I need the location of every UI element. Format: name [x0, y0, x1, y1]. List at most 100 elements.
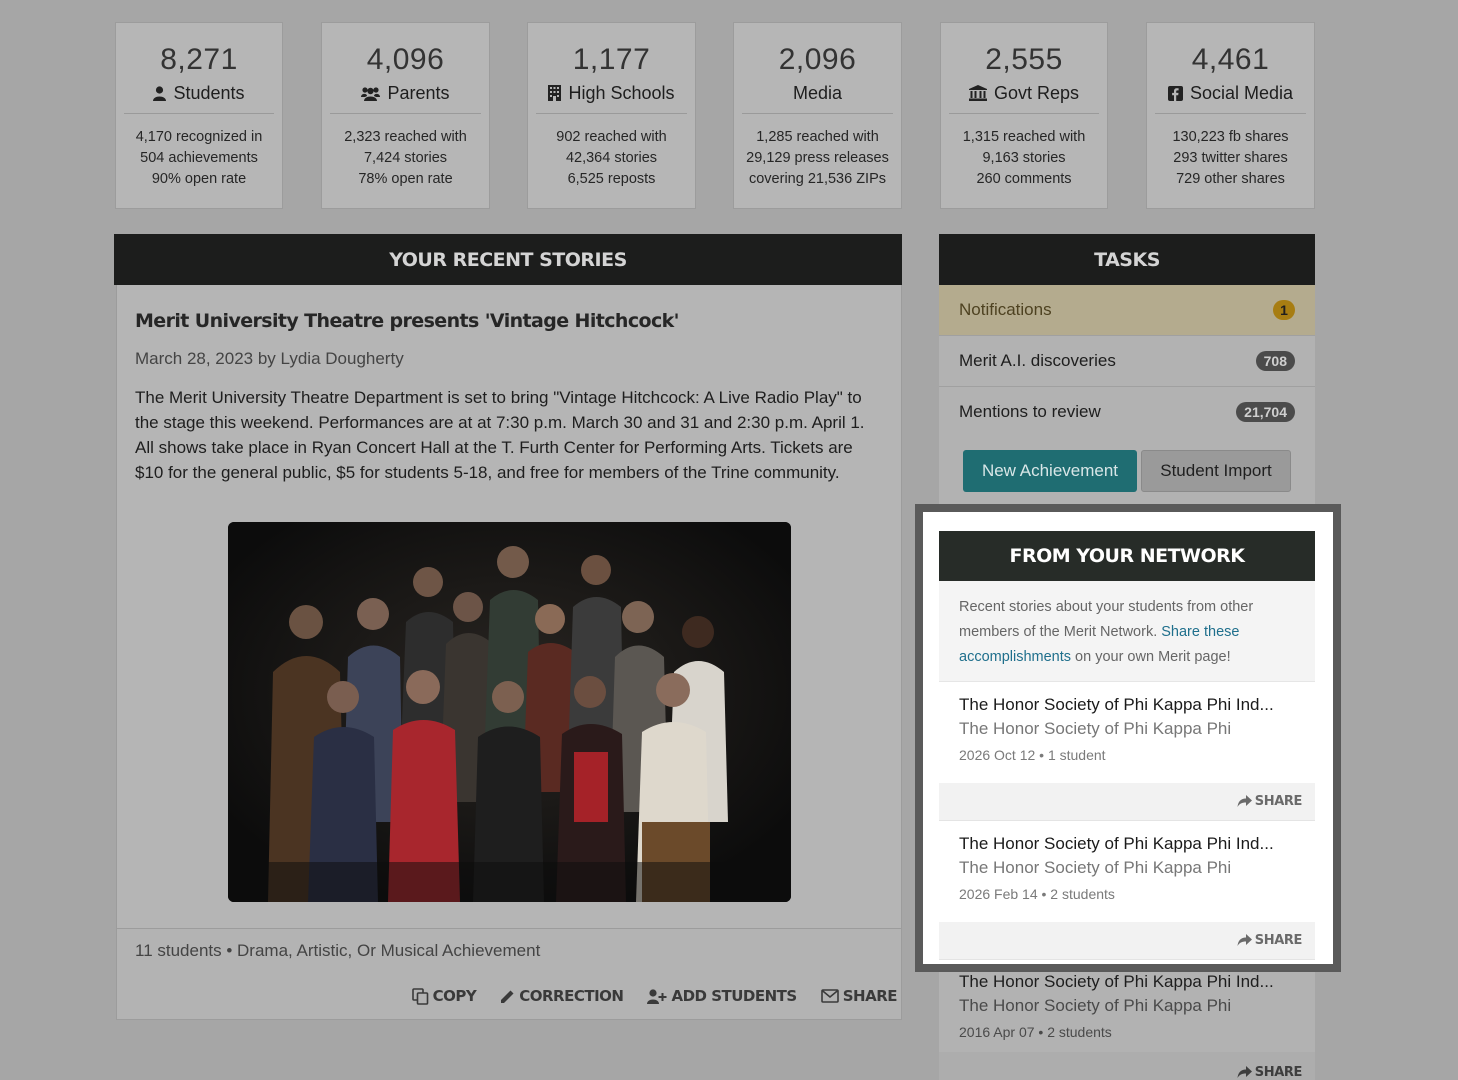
stat-card-parents[interactable]: 4,096 Parents 2,323 reached with 7,424 s… [321, 22, 490, 209]
stat-number: 1,177 [572, 43, 651, 76]
network-share-button[interactable]: SHARE [1237, 933, 1302, 948]
network-item-date: 2026 Feb 14 • 2 students [959, 886, 1115, 902]
network-highlight: FROM YOUR NETWORK Recent stories about y… [915, 504, 1341, 972]
copy-button[interactable]: COPY [411, 987, 477, 1005]
stat-card-high-schools[interactable]: 1,177 High Schools 902 reached with 42,3… [527, 22, 696, 209]
stat-number: 4,096 [366, 43, 445, 76]
share-arrow-icon [1237, 934, 1252, 946]
stat-card-media[interactable]: 2,096 Media 1,285 reached with 29,129 pr… [733, 22, 902, 209]
network-item-org: The Honor Society of Phi Kappa Phi [959, 719, 1232, 738]
share-label: SHARE [842, 987, 898, 1005]
users-icon [361, 87, 381, 101]
story-card: Merit University Theatre presents 'Vinta… [116, 285, 902, 1020]
tasks-header: TASKS [939, 234, 1315, 285]
divider [124, 113, 274, 114]
correction-label: CORRECTION [519, 987, 624, 1005]
pencil-icon [501, 990, 514, 1003]
stat-line: 2,323 reached with [344, 129, 467, 145]
story-body: The Merit University Theatre Department … [135, 388, 865, 482]
stat-line: 7,424 stories [363, 150, 448, 166]
task-mentions-to-review[interactable]: Mentions to review 21,704 [939, 387, 1315, 438]
share-label: SHARE [1254, 1064, 1303, 1080]
stat-number: 2,555 [985, 43, 1063, 76]
network-item-date: 2026 Oct 12 • 1 student [959, 747, 1106, 763]
stat-card-students[interactable]: 8,271 Students 4,170 recognized in 504 a… [115, 22, 283, 209]
task-buttons: New Achievement Student Import [939, 437, 1315, 507]
network-item-org: The Honor Society of Phi Kappa Phi [959, 858, 1232, 877]
network-share-button[interactable]: SHARE [1237, 794, 1302, 809]
stat-card-social-media[interactable]: 4,461 Social Media 130,223 fb shares 293… [1146, 22, 1315, 209]
stat-line: 6,525 reposts [567, 171, 656, 187]
stat-line: 729 other shares [1176, 171, 1285, 187]
building-icon [548, 85, 562, 101]
stat-line: 4,170 recognized in [135, 129, 263, 145]
story-tags: 11 students • Drama, Artistic, Or Musica… [135, 941, 541, 960]
story-footer: 11 students • Drama, Artistic, Or Musica… [117, 928, 901, 1019]
institution-icon [968, 85, 987, 101]
story-meta: March 28, 2023 by Lydia Dougherty [135, 349, 404, 368]
stat-label: Students [173, 83, 245, 103]
network-item-title[interactable]: The Honor Society of Phi Kappa Phi Ind..… [959, 695, 1295, 715]
network-intro-suffix: on your own Merit page! [1071, 649, 1231, 665]
stat-label: Media [792, 83, 843, 103]
stat-line: 504 achievements [140, 150, 258, 166]
stat-line: 90% open rate [151, 171, 247, 187]
divider [536, 113, 687, 114]
new-achievement-button[interactable]: New Achievement [963, 450, 1137, 492]
envelope-icon [820, 989, 839, 1003]
network-item[interactable]: The Honor Society of Phi Kappa Phi Ind..… [939, 682, 1315, 821]
copy-icon [411, 987, 428, 1005]
user-plus-icon [647, 988, 667, 1004]
theatre-cast-photo [228, 522, 791, 902]
task-label: Notifications [959, 300, 1052, 319]
network-header: FROM YOUR NETWORK [939, 531, 1315, 581]
stat-label: High Schools [568, 83, 675, 103]
divider [949, 113, 1099, 114]
stat-number: 2,096 [778, 43, 857, 76]
network-item-title[interactable]: The Honor Society of Phi Kappa Phi Ind..… [959, 972, 1295, 992]
user-icon [153, 86, 167, 101]
student-import-button[interactable]: Student Import [1141, 450, 1291, 492]
story-title[interactable]: Merit University Theatre presents 'Vinta… [135, 310, 679, 332]
task-ai-discoveries[interactable]: Merit A.I. discoveries 708 [939, 336, 1315, 387]
network-share-button[interactable]: SHARE [1237, 1065, 1302, 1080]
correction-button[interactable]: CORRECTION [500, 987, 624, 1005]
add-students-button[interactable]: ADD STUDENTS [647, 987, 797, 1005]
share-label: SHARE [1254, 794, 1303, 809]
stat-line: 29,129 press releases [746, 150, 889, 166]
stat-label: Govt Reps [993, 83, 1080, 103]
share-arrow-icon [1237, 795, 1252, 807]
network-item[interactable]: The Honor Society of Phi Kappa Phi Ind..… [939, 821, 1315, 960]
divider [330, 113, 481, 114]
story-photo[interactable] [228, 522, 791, 902]
stat-line: covering 21,536 ZIPs [748, 171, 887, 187]
task-label: Merit A.I. discoveries [959, 351, 1116, 370]
stat-line: 78% open rate [358, 171, 453, 187]
stat-line: 42,364 stories [565, 150, 658, 166]
count-badge: 708 [1255, 351, 1295, 371]
add-students-label: ADD STUDENTS [671, 987, 797, 1005]
divider [1155, 113, 1306, 114]
network-item-dimmed[interactable]: The Honor Society of Phi Kappa Phi Ind..… [939, 972, 1315, 1080]
stat-line: 130,223 fb shares [1172, 129, 1289, 145]
stat-line: 260 comments [976, 171, 1072, 187]
network-item-date: 2016 Apr 07 • 2 students [959, 1024, 1112, 1040]
count-badge: 1 [1273, 300, 1295, 320]
share-label: SHARE [1254, 933, 1303, 948]
copy-label: COPY [432, 987, 477, 1005]
recent-stories-header: YOUR RECENT STORIES [114, 234, 902, 285]
stat-line: 902 reached with [556, 129, 667, 145]
task-notifications[interactable]: Notifications 1 [939, 285, 1315, 336]
stat-line: 1,315 reached with [962, 129, 1086, 145]
share-button[interactable]: SHARE [820, 987, 898, 1005]
stat-label: Parents [387, 83, 450, 103]
stat-label: Social Media [1189, 83, 1294, 103]
task-label: Mentions to review [959, 402, 1101, 421]
count-badge: 21,704 [1236, 402, 1295, 422]
stat-line: 9,163 stories [982, 150, 1066, 166]
network-item-title[interactable]: The Honor Society of Phi Kappa Phi Ind..… [959, 834, 1295, 854]
share-arrow-icon [1237, 1065, 1252, 1078]
stat-card-govt-reps[interactable]: 2,555 Govt Reps 1,315 reached with 9,163… [940, 22, 1108, 209]
stat-number: 8,271 [160, 43, 238, 76]
stat-line: 1,285 reached with [756, 129, 879, 145]
